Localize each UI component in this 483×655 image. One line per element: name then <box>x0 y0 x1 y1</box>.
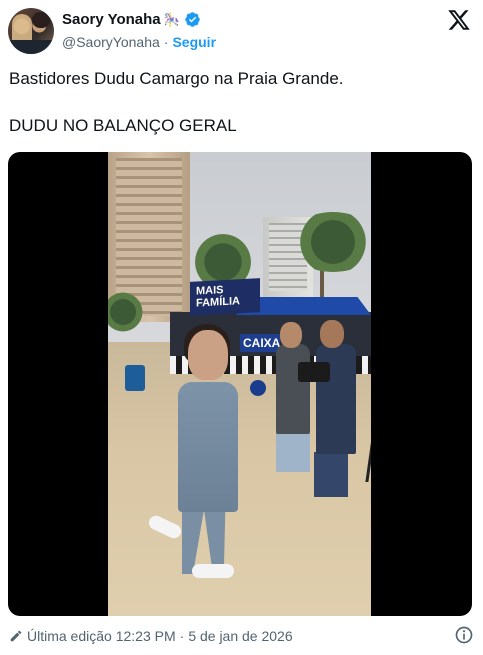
caixa-sign: CAIXA <box>240 334 280 352</box>
carousel-emoji-icon: 🎠 <box>163 11 180 27</box>
bystander <box>276 344 310 434</box>
footer-separator: · <box>179 628 185 644</box>
verified-icon <box>185 12 200 27</box>
handle[interactable]: @SaoryYonaha <box>62 34 160 50</box>
edited-label[interactable]: Última edição 12:23 PM <box>27 628 176 644</box>
tweet-header: Saory Yonaha 🎠 @SaoryYonaha · Seguir <box>0 0 483 62</box>
handle-row: @SaoryYonaha · Seguir <box>62 34 216 50</box>
tweet-line-2: DUDU NO BALANÇO GERAL <box>9 116 237 135</box>
tweet-footer: Última edição 12:23 PM · 5 de jan de 202… <box>9 625 474 647</box>
microphone <box>250 380 266 396</box>
follow-button[interactable]: Seguir <box>172 34 216 50</box>
avatar[interactable] <box>8 8 54 54</box>
reporter <box>178 382 238 512</box>
tweet-line-1: Bastidores Dudu Camargo na Praia Grande. <box>9 69 344 88</box>
info-icon[interactable] <box>454 625 474 645</box>
display-name[interactable]: Saory Yonaha <box>62 11 161 28</box>
tweet-text: Bastidores Dudu Camargo na Praia Grande.… <box>9 68 474 137</box>
trash-barrel <box>125 365 145 391</box>
cameraman <box>316 344 356 454</box>
post-date[interactable]: 5 de jan de 2026 <box>188 628 292 644</box>
pencil-icon <box>10 630 22 642</box>
author-name-row: Saory Yonaha 🎠 <box>62 11 201 28</box>
handle-separator: · <box>163 34 169 50</box>
video-frame: MAIS FAMÍLIA CAIXA <box>108 152 371 616</box>
banner-sign: MAIS FAMÍLIA <box>190 278 260 316</box>
video-player[interactable]: MAIS FAMÍLIA CAIXA <box>8 152 472 616</box>
x-logo-icon[interactable] <box>447 8 471 32</box>
video-camera <box>298 362 330 382</box>
